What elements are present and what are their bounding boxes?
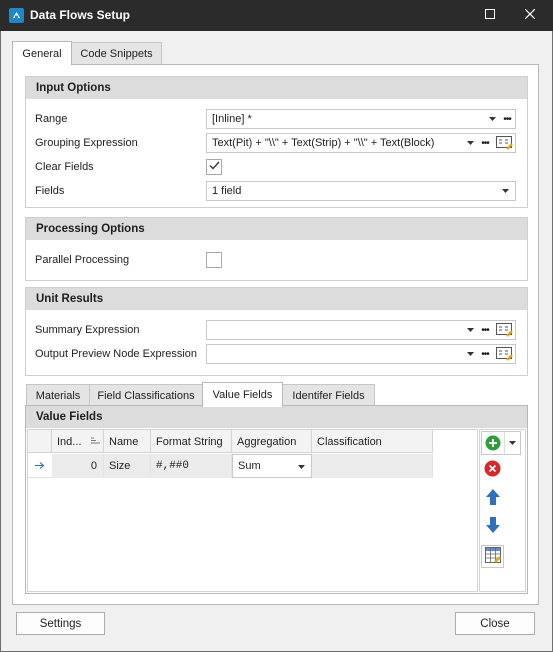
- window-title: Data Flows Setup: [30, 8, 131, 22]
- row-indicator[interactable]: [28, 454, 52, 477]
- value-fields-header: Value Fields: [26, 406, 527, 428]
- chevron-down-icon[interactable]: [463, 134, 477, 152]
- processing-options-group: Processing Options: [25, 217, 528, 281]
- column-label: Ind...: [57, 435, 82, 448]
- output-preview-field[interactable]: •••: [206, 344, 516, 364]
- tab-label: Materials: [35, 389, 81, 402]
- tab-label: Field Classifications: [97, 389, 195, 402]
- close-window-button[interactable]: [507, 0, 553, 31]
- arrow-down-icon: [485, 517, 500, 536]
- grid-header-row: Ind... Name Format String Aggregation Cl…: [28, 430, 433, 453]
- clear-fields-label: Clear Fields: [35, 161, 94, 173]
- chevron-down-icon[interactable]: [504, 432, 520, 454]
- close-icon: [524, 8, 536, 22]
- range-value: [Inline] *: [212, 113, 252, 125]
- cell-format-string[interactable]: #,##0: [151, 454, 232, 478]
- summary-expression-field[interactable]: •••: [206, 320, 516, 340]
- column-label: Aggregation: [237, 435, 297, 448]
- cell-index[interactable]: 0: [52, 454, 104, 478]
- add-icon: [482, 435, 504, 451]
- tab-code-snippets[interactable]: Code Snippets: [71, 42, 162, 64]
- parallel-processing-label: Parallel Processing: [35, 254, 130, 266]
- app-logo-icon: [9, 8, 24, 23]
- checkmark-icon: [209, 161, 220, 173]
- table-row[interactable]: 0 Size #,##0 Sum: [28, 454, 433, 478]
- chevron-down-icon[interactable]: [463, 345, 477, 363]
- table-button[interactable]: [481, 545, 504, 568]
- grouping-expression-field[interactable]: Text(Pit) + "\\" + Text(Strip) + "\\" + …: [206, 133, 516, 153]
- expression-editor-icon[interactable]: [493, 321, 515, 339]
- cell-name[interactable]: Size: [104, 454, 151, 478]
- group-header: Unit Results: [26, 288, 527, 310]
- column-label: Name: [109, 435, 139, 448]
- group-header: Processing Options: [26, 218, 527, 240]
- tab-field-classifications[interactable]: Field Classifications: [89, 384, 203, 406]
- delete-icon: [484, 460, 501, 480]
- move-down-button[interactable]: [481, 515, 504, 538]
- summary-expression-label: Summary Expression: [35, 324, 140, 336]
- tab-label: Identifer Fields: [292, 389, 365, 402]
- cell-aggregation-dropdown[interactable]: Sum: [232, 454, 312, 478]
- clear-fields-checkbox[interactable]: [206, 159, 222, 175]
- range-field[interactable]: [Inline] * •••: [206, 109, 516, 129]
- expression-editor-icon[interactable]: [493, 345, 515, 363]
- parallel-processing-checkbox[interactable]: [206, 252, 222, 268]
- cell-classification[interactable]: [312, 454, 433, 478]
- add-button[interactable]: [481, 431, 521, 455]
- column-label: Format String: [156, 435, 223, 448]
- column-label: Classification: [317, 435, 382, 448]
- grouping-expression-label: Grouping Expression: [35, 137, 138, 149]
- tab-label: Value Fields: [212, 389, 273, 401]
- tab-label: Code Snippets: [80, 47, 153, 60]
- group-header: Input Options: [26, 77, 527, 99]
- chevron-down-icon[interactable]: [498, 182, 512, 200]
- chevron-down-icon[interactable]: [463, 321, 477, 339]
- fields-label: Fields: [35, 185, 65, 197]
- fields-dropdown[interactable]: 1 field: [206, 181, 516, 201]
- sort-icon: [91, 436, 100, 448]
- arrow-right-icon: [35, 460, 45, 472]
- settings-button[interactable]: Settings: [16, 612, 105, 635]
- expression-editor-icon[interactable]: [493, 134, 515, 152]
- column-header-classification[interactable]: Classification: [312, 430, 433, 453]
- maximize-icon: [485, 9, 495, 22]
- range-label: Range: [35, 113, 68, 125]
- move-up-button[interactable]: [481, 487, 504, 510]
- tab-label: General: [22, 47, 62, 60]
- chevron-down-icon[interactable]: [485, 110, 499, 128]
- column-header-index[interactable]: Ind...: [52, 430, 104, 453]
- table-icon: [484, 547, 501, 566]
- row-indicator-header: [28, 430, 52, 452]
- delete-button[interactable]: [481, 458, 504, 481]
- column-header-format-string[interactable]: Format String: [151, 430, 232, 453]
- ellipsis-icon[interactable]: •••: [499, 110, 515, 128]
- ellipsis-icon[interactable]: •••: [477, 134, 493, 152]
- aggregation-value: Sum: [238, 460, 261, 472]
- tab-general[interactable]: General: [12, 41, 72, 65]
- tab-materials[interactable]: Materials: [26, 384, 90, 406]
- grouping-expression-value: Text(Pit) + "\\" + Text(Strip) + "\\" + …: [212, 137, 435, 149]
- ellipsis-icon[interactable]: •••: [477, 321, 493, 339]
- fields-value: 1 field: [212, 185, 242, 197]
- close-button[interactable]: Close: [455, 612, 535, 635]
- column-header-aggregation[interactable]: Aggregation: [232, 430, 312, 453]
- ellipsis-icon[interactable]: •••: [477, 345, 493, 363]
- column-header-name[interactable]: Name: [104, 430, 151, 453]
- title-bar[interactable]: Data Flows Setup: [0, 0, 553, 31]
- tab-value-fields[interactable]: Value Fields: [202, 382, 283, 407]
- output-preview-label: Output Preview Node Expression: [35, 348, 198, 360]
- chevron-down-icon: [298, 460, 305, 472]
- tab-identifer-fields[interactable]: Identifer Fields: [282, 384, 375, 406]
- arrow-up-icon: [485, 489, 500, 508]
